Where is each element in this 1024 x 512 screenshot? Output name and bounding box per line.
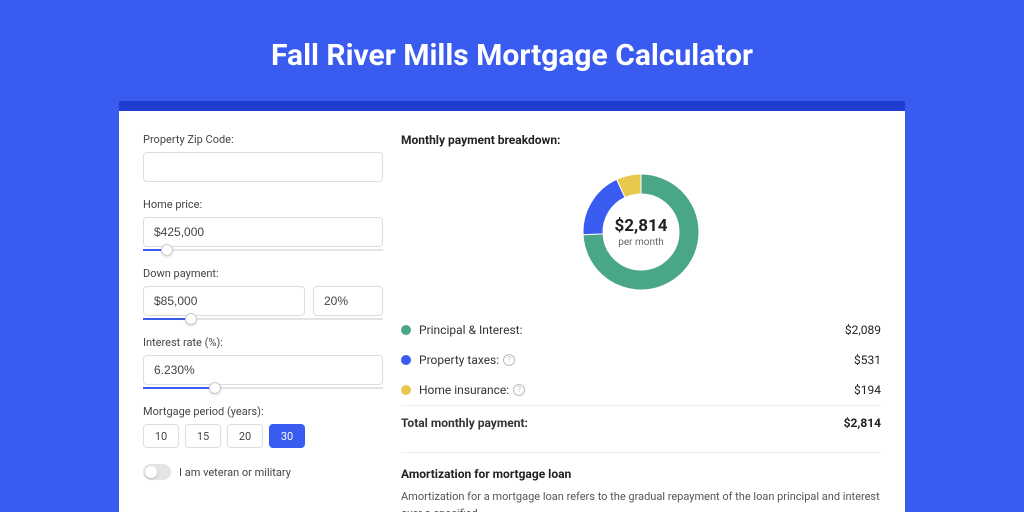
home-price-input[interactable]: [143, 217, 383, 247]
zip-label: Property Zip Code:: [143, 133, 383, 146]
period-field: Mortgage period (years): 10152030: [143, 405, 383, 448]
legend-row-taxes: Property taxes: ? $531: [401, 345, 881, 375]
dot-icon: [401, 355, 411, 365]
card-shadow-bar: Property Zip Code: Home price: Down paym…: [119, 101, 905, 512]
veteran-label: I am veteran or military: [179, 466, 291, 479]
legend: Principal & Interest: $2,089 Property ta…: [401, 315, 881, 438]
info-icon[interactable]: ?: [513, 384, 525, 396]
zip-field: Property Zip Code:: [143, 133, 383, 182]
legend-row-insurance: Home insurance: ? $194: [401, 375, 881, 405]
legend-taxes-label: Property taxes: ?: [419, 353, 515, 367]
interest-slider[interactable]: [143, 387, 383, 389]
down-payment-pct-input[interactable]: [313, 286, 383, 316]
period-button-15[interactable]: 15: [185, 424, 221, 448]
legend-taxes-value: $531: [854, 353, 881, 367]
period-button-30[interactable]: 30: [269, 424, 305, 448]
interest-field: Interest rate (%):: [143, 336, 383, 389]
info-icon[interactable]: ?: [503, 354, 515, 366]
total-value: $2,814: [844, 416, 881, 430]
period-buttons: 10152030: [143, 424, 383, 448]
home-price-slider[interactable]: [143, 249, 383, 251]
zip-input[interactable]: [143, 152, 383, 182]
legend-principal-label: Principal & Interest:: [419, 323, 523, 337]
donut-center-amount: $2,814: [615, 216, 668, 236]
veteran-toggle[interactable]: [143, 464, 171, 480]
results-panel: Monthly payment breakdown: $2,814per mon…: [401, 133, 881, 512]
donut-chart: $2,814per month: [576, 167, 706, 297]
total-label: Total monthly payment:: [401, 416, 528, 430]
home-price-field: Home price:: [143, 198, 383, 251]
period-button-10[interactable]: 10: [143, 424, 179, 448]
legend-row-total: Total monthly payment: $2,814: [401, 405, 881, 438]
legend-principal-value: $2,089: [845, 323, 881, 337]
veteran-row: I am veteran or military: [143, 464, 383, 480]
calculator-card: Property Zip Code: Home price: Down paym…: [119, 111, 905, 512]
down-payment-field: Down payment:: [143, 267, 383, 320]
down-payment-slider[interactable]: [143, 318, 383, 320]
down-payment-label: Down payment:: [143, 267, 383, 280]
page-title: Fall River Mills Mortgage Calculator: [271, 38, 753, 73]
amortization-text: Amortization for a mortgage loan refers …: [401, 489, 881, 512]
legend-row-principal: Principal & Interest: $2,089: [401, 315, 881, 345]
home-price-label: Home price:: [143, 198, 383, 211]
breakdown-heading: Monthly payment breakdown:: [401, 133, 881, 147]
inputs-panel: Property Zip Code: Home price: Down paym…: [143, 133, 383, 512]
dot-icon: [401, 325, 411, 335]
period-button-20[interactable]: 20: [227, 424, 263, 448]
dot-icon: [401, 385, 411, 395]
interest-input[interactable]: [143, 355, 383, 385]
donut-center-sub: per month: [618, 237, 664, 248]
legend-insurance-value: $194: [854, 383, 881, 397]
down-payment-input[interactable]: [143, 286, 305, 316]
legend-insurance-label: Home insurance: ?: [419, 383, 525, 397]
interest-label: Interest rate (%):: [143, 336, 383, 349]
donut-chart-wrap: $2,814per month: [401, 157, 881, 307]
amortization-heading: Amortization for mortgage loan: [401, 452, 881, 481]
period-label: Mortgage period (years):: [143, 405, 383, 418]
